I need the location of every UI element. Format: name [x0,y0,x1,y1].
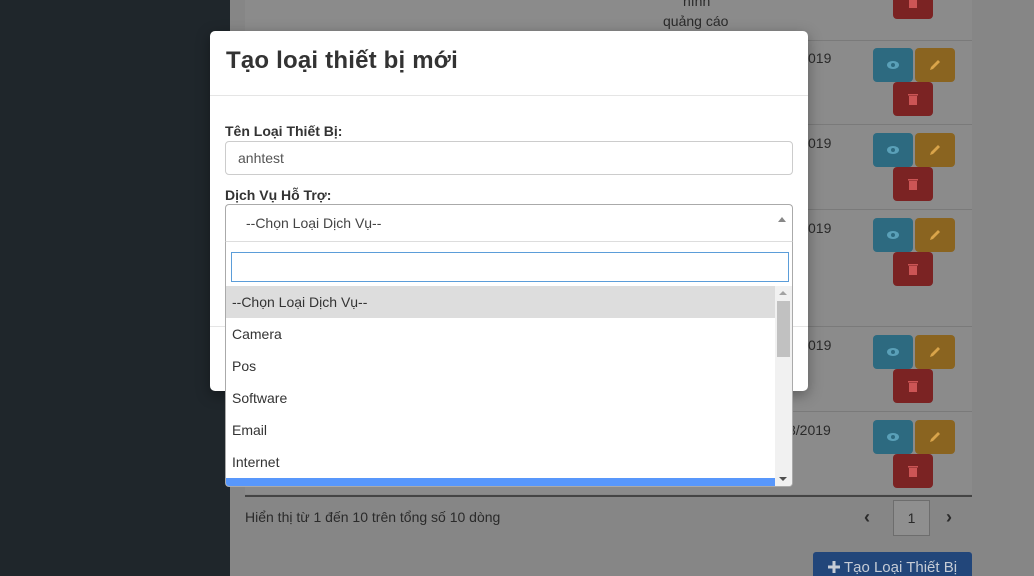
scrollbar-thumb[interactable] [777,301,790,357]
select-current-value: --Chọn Loại Dịch Vụ-- [246,215,382,231]
trash-icon [908,264,918,275]
create-device-type-button[interactable]: Tạo Loại Thiết Bị [813,552,972,576]
trash-icon [908,381,918,392]
service-dropdown: --Chọn Loại Dịch Vụ-- Camera Pos Softwar… [225,241,793,487]
scroll-up-icon[interactable] [779,291,787,295]
view-button[interactable] [873,335,913,369]
edit-button[interactable] [915,48,955,82]
table-cell-text: hình [683,0,711,9]
trash-icon [908,466,918,477]
edit-button[interactable] [915,420,955,454]
paging-info: Hiển thị từ 1 đến 10 trên tổng số 10 dòn… [245,509,501,525]
table-cell-date: 3/2019 [788,422,831,438]
delete-button[interactable] [893,167,933,201]
page-next-button[interactable]: › [946,507,952,528]
plus-icon [827,561,840,573]
dropdown-option[interactable]: Email [226,414,776,446]
delete-button[interactable] [893,252,933,286]
view-button[interactable] [873,133,913,167]
delete-button[interactable] [893,0,933,19]
delete-button[interactable] [893,369,933,403]
table-cell-date: 019 [808,220,832,236]
delete-button[interactable] [893,82,933,116]
sidebar-background [0,0,230,576]
chevron-up-icon [778,217,786,222]
eye-icon [887,348,899,356]
modal-title: Tạo loại thiết bị mới [226,47,458,74]
support-service-label: Dịch Vụ Hỗ Trợ: [225,187,332,203]
pencil-icon [930,230,940,240]
dropdown-option-highlighted[interactable] [226,478,776,486]
eye-icon [887,61,899,69]
support-service-select[interactable]: --Chọn Loại Dịch Vụ-- [225,204,793,242]
table-footer-divider [245,495,972,497]
trash-icon [908,94,918,105]
dropdown-option[interactable]: Internet [226,446,776,478]
scroll-down-icon[interactable] [779,477,787,481]
table-cell-text: quảng cáo [663,13,729,29]
view-button[interactable] [873,48,913,82]
pencil-icon [930,347,940,357]
dropdown-option[interactable]: --Chọn Loại Dịch Vụ-- [226,286,776,318]
view-button[interactable] [873,218,913,252]
trash-icon [908,179,918,190]
eye-icon [887,231,899,239]
dropdown-search-input[interactable] [231,252,789,282]
delete-button[interactable] [893,454,933,488]
view-button[interactable] [873,420,913,454]
eye-icon [887,146,899,154]
dropdown-options: --Chọn Loại Dịch Vụ-- Camera Pos Softwar… [226,286,776,486]
edit-button[interactable] [915,335,955,369]
edit-button[interactable] [915,218,955,252]
table-cell-date: 019 [808,135,832,151]
dropdown-option[interactable]: Camera [226,318,776,350]
device-type-name-label: Tên Loại Thiết Bị: [225,123,343,139]
pencil-icon [930,432,940,442]
table-cell-date: 019 [808,50,832,66]
dropdown-option[interactable]: Software [226,382,776,414]
pencil-icon [930,60,940,70]
create-button-label: Tạo Loại Thiết Bị [843,558,958,576]
page-number-button[interactable]: 1 [893,500,930,536]
dropdown-scrollbar[interactable] [775,286,792,486]
edit-button[interactable] [915,133,955,167]
trash-icon [909,0,917,8]
modal-header: Tạo loại thiết bị mới [210,31,808,96]
dropdown-option[interactable]: Pos [226,350,776,382]
device-type-name-input[interactable] [225,141,793,175]
table-cell-date: 019 [808,337,832,353]
eye-icon [887,433,899,441]
pencil-icon [930,145,940,155]
page-prev-button[interactable]: ‹ [864,507,870,528]
